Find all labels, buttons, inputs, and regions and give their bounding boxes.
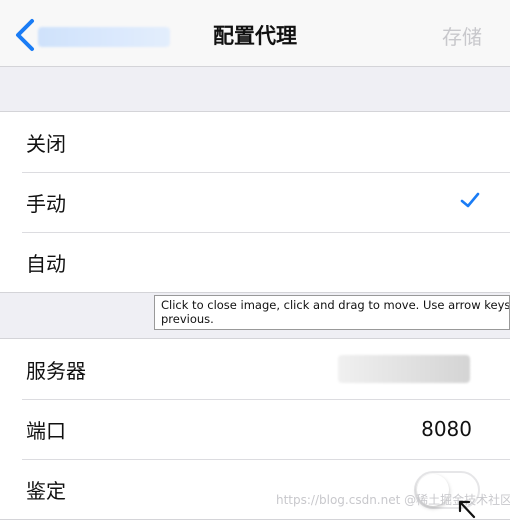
mouse-pointer-icon (458, 500, 476, 519)
mode-option-manual[interactable]: 手动 (0, 172, 510, 232)
save-button[interactable]: 存储 (442, 21, 482, 50)
server-value-redacted[interactable] (338, 355, 470, 383)
mode-option-off[interactable]: 关闭 (0, 112, 510, 172)
port-row[interactable]: 端口 8080 (0, 399, 510, 459)
server-label: 服务器 (26, 358, 86, 383)
authentication-row: 鉴定 (0, 459, 510, 519)
proxy-mode-group: 关闭 手动 自动 (0, 111, 510, 293)
navigation-bar: 配置代理 存储 (0, 0, 510, 67)
tooltip-line-1: Click to close image, click and drag to … (161, 298, 510, 312)
page-title: 配置代理 (213, 24, 297, 48)
checkmark-icon (460, 192, 480, 208)
mode-option-label: 关闭 (26, 131, 66, 156)
mode-option-auto[interactable]: 自动 (0, 232, 510, 292)
image-viewer-tooltip[interactable]: Click to close image, click and drag to … (154, 295, 510, 330)
tooltip-line-2: previous. (161, 312, 214, 326)
mode-option-label: 手动 (26, 191, 66, 216)
port-value[interactable]: 8080 (421, 417, 472, 441)
mode-option-label: 自动 (26, 251, 66, 276)
authentication-label: 鉴定 (26, 478, 66, 503)
port-label: 端口 (26, 418, 66, 443)
server-row[interactable]: 服务器 (0, 339, 510, 399)
